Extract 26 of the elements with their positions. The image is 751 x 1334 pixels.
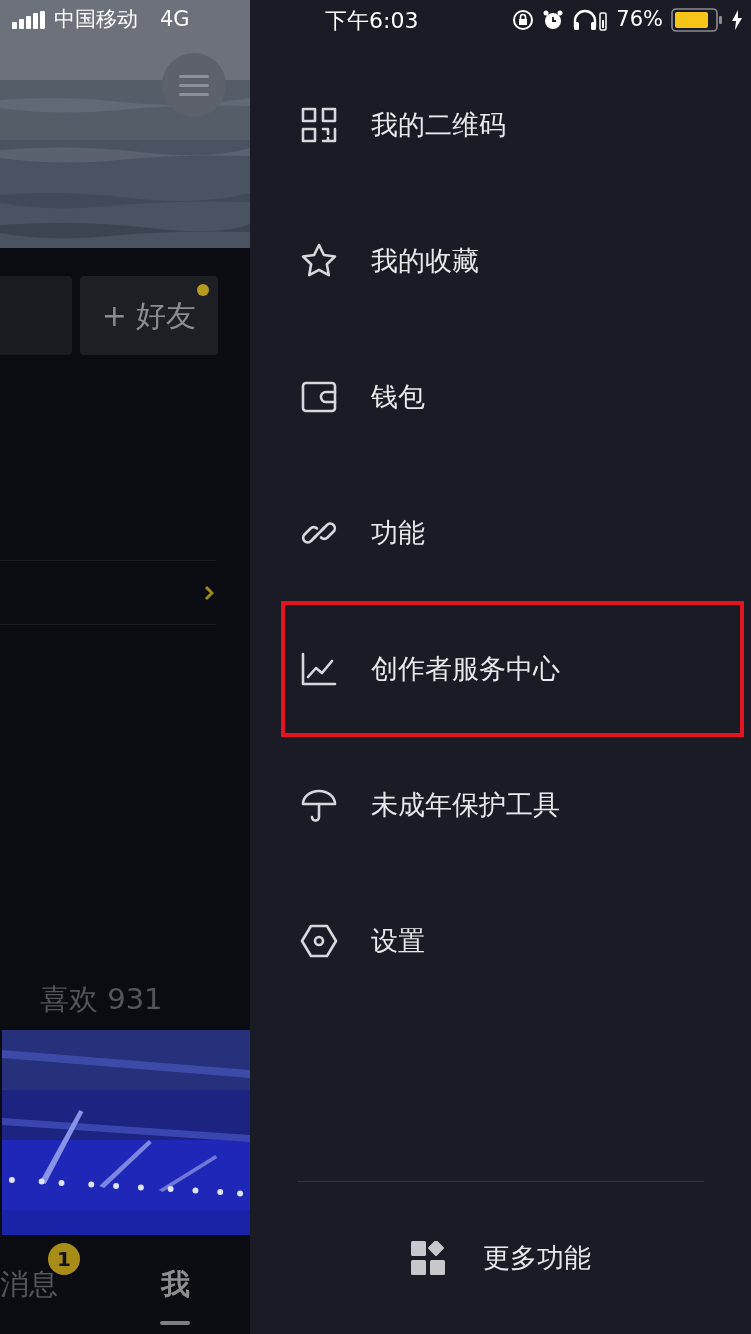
line-chart-icon [300,650,338,688]
tab[interactable]: 我 [160,1263,190,1307]
menu-item[interactable]: 我的二维码 [281,57,744,193]
menu-item[interactable]: 未成年保护工具 [281,737,744,873]
add-friend-button[interactable]: + 好友 [80,276,218,355]
network-type: 4G [160,6,190,34]
chevron-right-icon[interactable] [204,584,214,601]
signal-icon [12,11,46,29]
more-functions-button[interactable]: 更多功能 [250,1182,751,1334]
battery-percentage: 76% [616,6,663,34]
menu-item[interactable]: 创作者服务中心 [281,601,744,737]
battery-icon [671,8,723,32]
status-time: 下午6:03 [325,6,419,35]
menu-item[interactable]: 我的收藏 [281,193,744,329]
alarm-icon [542,9,565,31]
tab-indicator [160,1320,190,1325]
menu-item[interactable]: 功能 [281,465,744,601]
rotation-lock-icon [512,9,535,31]
charging-icon [731,10,743,30]
qr-code-icon [300,106,338,144]
menu-item[interactable]: 设置 [281,873,744,1009]
settings-icon [300,922,338,960]
apps-icon [410,1241,445,1275]
carrier-name: 中国移动 [54,6,138,34]
menu-item[interactable]: 钱包 [281,329,744,465]
headphones-icon [572,9,609,31]
